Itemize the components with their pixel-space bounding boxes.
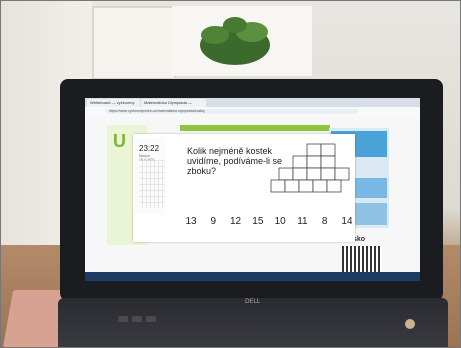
browser-tabbar: Whiteboard — vyzkumny Matematicka Olympi… (85, 98, 420, 113)
calendar-widget: 23:22 Navion 18.4.2021 (135, 138, 165, 214)
url-input[interactable]: https://www.vyzkumnycelek.cz/matematicka… (105, 109, 359, 114)
plant-image (200, 17, 270, 65)
answer-option[interactable]: 15 (248, 216, 268, 230)
laptop-key (146, 316, 156, 322)
calendar-grid (139, 160, 165, 208)
question-card: 23:22 Navion 18.4.2021 Kolik nejméně kos… (133, 134, 355, 242)
cube-figure (270, 143, 350, 193)
answer-option[interactable]: 14 (337, 216, 357, 230)
answer-option[interactable]: 8 (315, 216, 335, 230)
page-header-bar (180, 125, 330, 131)
laptop-base (58, 298, 448, 348)
browser-tab[interactable]: Matematicka Olympiada — Kumzet (141, 99, 206, 113)
answer-option[interactable]: 12 (226, 216, 246, 230)
windows-taskbar (85, 272, 420, 281)
laptop-key (132, 316, 142, 322)
answer-option[interactable]: 13 (181, 216, 201, 230)
clock: 23:22 (139, 144, 160, 153)
laptop-brand: DELL (245, 298, 261, 305)
laptop-screen: Whiteboard — vyzkumny Matematicka Olympi… (85, 98, 420, 281)
site-logo: U (113, 131, 126, 151)
answer-option[interactable]: 9 (203, 216, 223, 230)
answer-option[interactable]: 11 (292, 216, 312, 230)
answer-options: 13 9 12 15 10 11 8 14 (181, 216, 357, 230)
answer-option[interactable]: 10 (270, 216, 290, 230)
laptop-key (118, 316, 128, 322)
power-button[interactable] (405, 319, 415, 329)
window-frame (92, 6, 176, 80)
browser-tab[interactable]: Whiteboard — vyzkumny (87, 99, 140, 107)
